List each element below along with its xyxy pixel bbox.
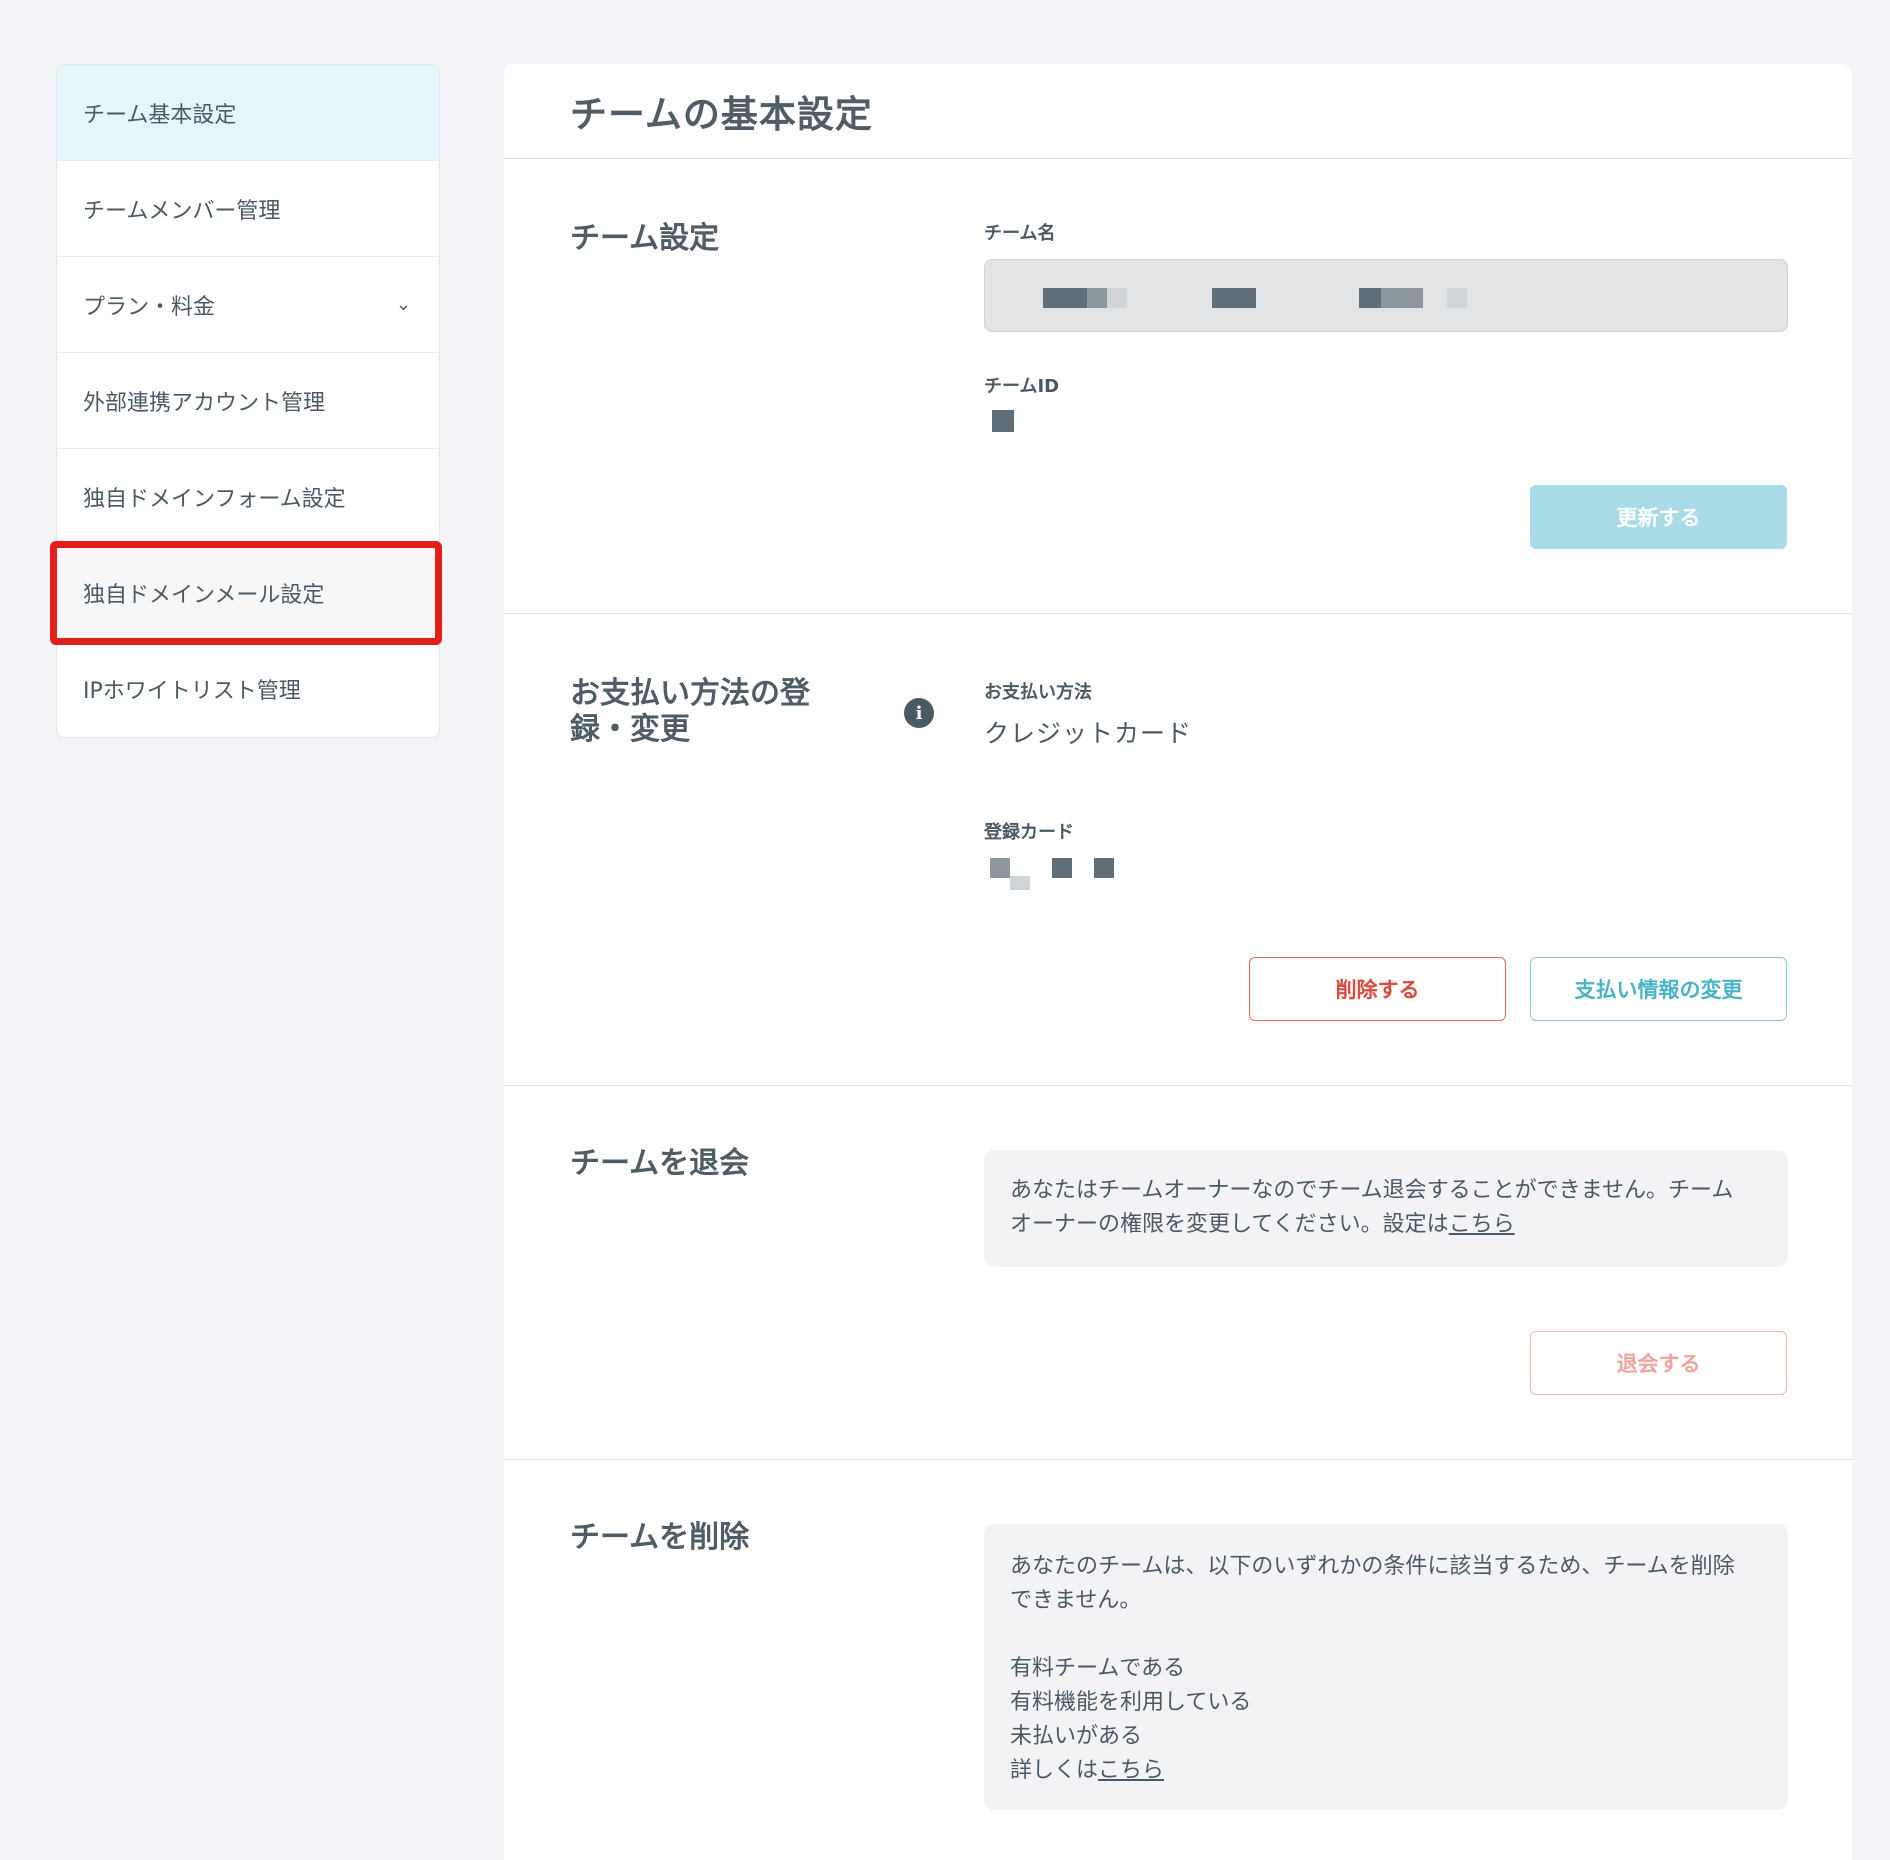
delete-team-section: チームを削除 あなたのチームは、以下のいずれかの条件に該当するため、チームを削除…: [504, 1460, 1852, 1840]
sidebar-item-label: チーム基本設定: [83, 102, 237, 128]
registered-card-label: 登録カード: [984, 822, 1074, 843]
team-id-value: [984, 408, 1788, 438]
sidebar-item-team-members[interactable]: チームメンバー管理: [57, 161, 439, 257]
details-link[interactable]: こちら: [1098, 1758, 1164, 1783]
sidebar-item-custom-domain-mail[interactable]: 独自ドメインメール設定: [57, 545, 439, 641]
section-title-team-settings: チーム設定: [570, 221, 720, 256]
condition-item: 有料チームである: [1010, 1656, 1186, 1681]
change-payment-button[interactable]: 支払い情報の変更: [1530, 957, 1787, 1021]
section-title-delete-team: チームを削除: [570, 1520, 750, 1555]
delete-team-notice: あなたのチームは、以下のいずれかの条件に該当するため、チームを削除 できません。…: [984, 1524, 1788, 1810]
details-prefix: 詳しくは: [1010, 1758, 1099, 1783]
sidebar-item-label: IPホワイトリスト管理: [83, 679, 301, 704]
condition-item: 有料機能を利用している: [1010, 1690, 1252, 1715]
withdraw-button[interactable]: 退会する: [1530, 1331, 1787, 1395]
update-button[interactable]: 更新する: [1530, 485, 1787, 549]
page-title: チームの基本設定: [570, 93, 873, 136]
withdraw-section: チームを退会 あなたはチームオーナーなのでチーム退会することができません。チーム…: [504, 1086, 1852, 1460]
team-settings-section: チーム設定 チーム名 チームID 更新する: [504, 159, 1852, 614]
sidebar-item-team-basic-settings[interactable]: チーム基本設定: [57, 65, 439, 161]
sidebar-item-label: 独自ドメインメール設定: [83, 582, 325, 608]
sidebar-item-custom-domain-form[interactable]: 独自ドメインフォーム設定: [57, 449, 439, 545]
payment-method-value: クレジットカード: [984, 719, 1193, 748]
withdraw-content: あなたはチームオーナーなのでチーム退会することができません。チーム オーナーの権…: [984, 1150, 1788, 1267]
info-icon[interactable]: i: [904, 698, 934, 728]
sidebar-item-label: プラン・料金: [83, 294, 216, 320]
condition-item: 未払いがある: [1010, 1724, 1143, 1749]
settings-sidebar: チーム基本設定 チームメンバー管理 プラン・料金 ⌄ 外部連携アカウント管理 独…: [56, 64, 440, 738]
sidebar-item-external-accounts[interactable]: 外部連携アカウント管理: [57, 353, 439, 449]
chevron-down-icon[interactable]: ⌄: [396, 294, 411, 315]
sidebar-item-label: 独自ドメインフォーム設定: [83, 486, 346, 512]
sidebar-item-plan-pricing[interactable]: プラン・料金 ⌄: [57, 257, 439, 353]
payment-section: お支払い方法の登 録・変更 i お支払い方法 クレジットカード 登録カード 削除…: [504, 614, 1852, 1086]
team-name-label: チーム名: [984, 223, 1056, 244]
sidebar-item-label: 外部連携アカウント管理: [83, 390, 326, 416]
team-settings-fields: チーム名 チームID: [984, 219, 1788, 438]
payment-method-label: お支払い方法: [984, 682, 1092, 703]
sidebar-item-label: チームメンバー管理: [83, 198, 281, 224]
sidebar-item-ip-whitelist[interactable]: IPホワイトリスト管理: [57, 641, 439, 737]
section-title-withdraw: チームを退会: [570, 1146, 750, 1181]
payment-fields: お支払い方法 クレジットカード 登録カード: [984, 678, 1788, 894]
delete-payment-button[interactable]: 削除する: [1249, 957, 1506, 1021]
settings-link[interactable]: こちら: [1449, 1212, 1515, 1237]
registered-card-value: [984, 854, 1788, 894]
main-panel: チームの基本設定 チーム設定 チーム名 チームID 更新する お支払い方法の登 …: [504, 64, 1852, 1860]
section-title-payment: お支払い方法の登 録・変更: [570, 676, 810, 747]
delete-team-content: あなたのチームは、以下のいずれかの条件に該当するため、チームを削除 できません。…: [984, 1524, 1788, 1810]
withdraw-notice: あなたはチームオーナーなのでチーム退会することができません。チーム オーナーの権…: [984, 1150, 1788, 1267]
team-id-label: チームID: [984, 376, 1060, 397]
page-header: チームの基本設定: [504, 64, 1852, 159]
team-name-input: [984, 259, 1788, 332]
